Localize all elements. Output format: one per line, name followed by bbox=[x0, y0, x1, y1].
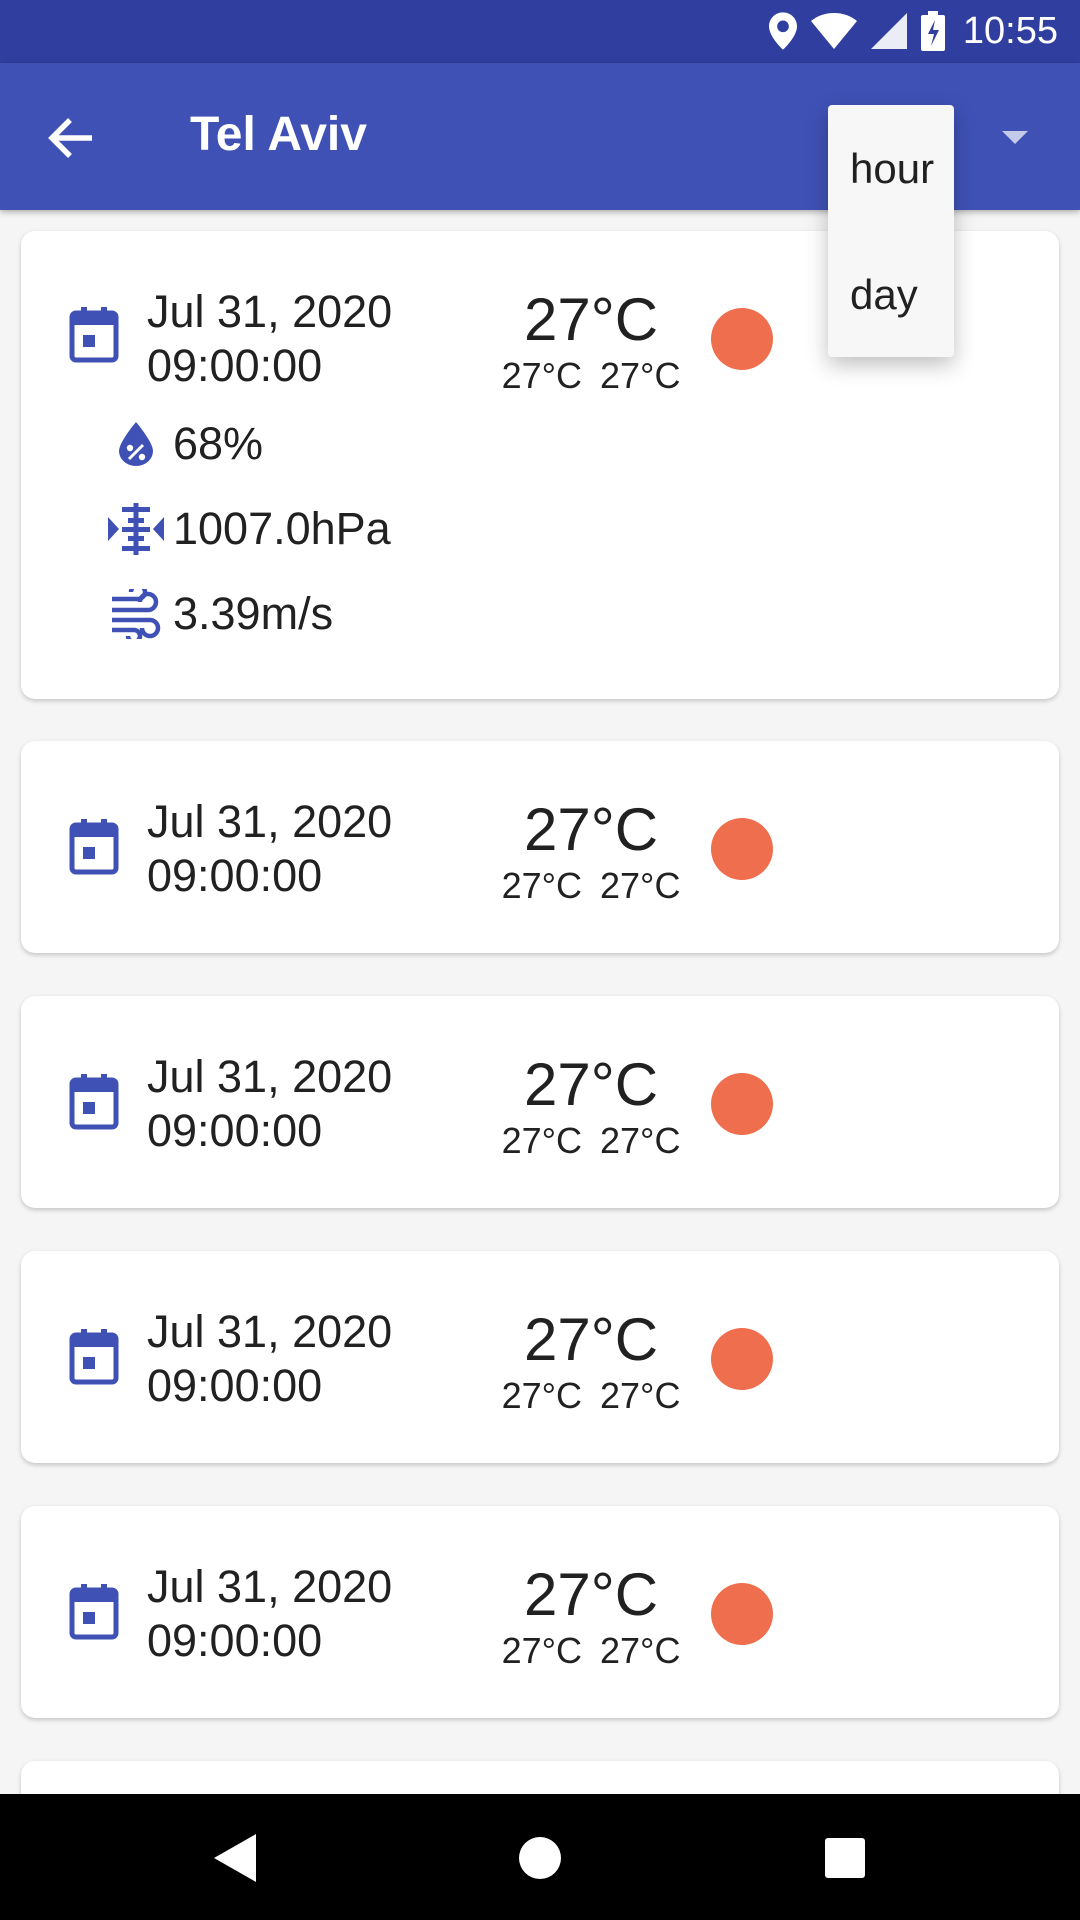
weather-icon bbox=[711, 1583, 773, 1645]
pressure-icon bbox=[99, 501, 173, 557]
wifi-icon bbox=[810, 13, 857, 49]
location-icon bbox=[768, 12, 797, 50]
menu-item-hour[interactable]: hour bbox=[850, 145, 934, 193]
status-icons: 10:55 bbox=[768, 8, 1058, 54]
forecast-card[interactable]: Jul 31, 2020 09:00:00 27°C 27°C 27°C bbox=[21, 741, 1059, 953]
menu-item-day[interactable]: day bbox=[850, 271, 918, 319]
forecast-temp: 27°C bbox=[523, 796, 659, 863]
forecast-temp: 27°C bbox=[523, 1306, 659, 1373]
forecast-card[interactable]: Jul 31, 2020 09:00:00 27°C 27°C 27°C bbox=[21, 996, 1059, 1208]
period-menu: hour day bbox=[828, 105, 954, 357]
pressure-value: 1007.0hPa bbox=[173, 503, 391, 554]
pressure-row: 1007.0hPa bbox=[99, 501, 391, 557]
calendar-icon bbox=[69, 1329, 119, 1385]
weather-icon bbox=[711, 1073, 773, 1135]
status-bar: 10:55 bbox=[0, 0, 1080, 63]
home-circle-icon bbox=[519, 1837, 561, 1879]
wind-row: 3.39m/s bbox=[99, 586, 333, 642]
forecast-temp: 27°C bbox=[523, 1561, 659, 1628]
back-triangle-icon bbox=[214, 1834, 256, 1882]
dropdown-arrow-icon bbox=[1002, 131, 1028, 144]
forecast-temp-range: 27°C 27°C bbox=[501, 865, 681, 906]
navigation-bar bbox=[0, 1794, 1080, 1920]
humidity-row: 68% bbox=[99, 416, 263, 472]
back-button[interactable] bbox=[36, 103, 106, 173]
forecast-date: Jul 31, 2020 09:00:00 bbox=[147, 286, 393, 391]
forecast-date: Jul 31, 2020 09:00:00 bbox=[147, 1051, 393, 1156]
humidity-value: 68% bbox=[173, 418, 264, 469]
weather-icon bbox=[711, 818, 773, 880]
calendar-icon bbox=[69, 1074, 119, 1130]
arrow-back-icon bbox=[48, 118, 92, 158]
battery-charging-icon bbox=[920, 11, 945, 51]
forecast-temp: 27°C bbox=[523, 286, 659, 353]
forecast-temp-range: 27°C 27°C bbox=[501, 1120, 681, 1161]
nav-recents-button[interactable] bbox=[817, 1830, 873, 1886]
nav-home-button[interactable] bbox=[512, 1830, 568, 1886]
forecast-temp: 27°C bbox=[523, 1051, 659, 1118]
wind-value: 3.39m/s bbox=[173, 588, 334, 639]
forecast-date: Jul 31, 2020 09:00:00 bbox=[147, 1561, 393, 1666]
forecast-card[interactable]: Jul 31, 2020 09:00:00 27°C 27°C 27°C bbox=[21, 1506, 1059, 1718]
forecast-card[interactable]: Jul 31, 2020 09:00:00 27°C 27°C 27°C bbox=[21, 1251, 1059, 1463]
forecast-date: Jul 31, 2020 09:00:00 bbox=[147, 796, 393, 901]
calendar-icon bbox=[69, 1584, 119, 1640]
forecast-temp-range: 27°C 27°C bbox=[501, 1630, 681, 1671]
humidity-icon bbox=[99, 416, 173, 472]
wind-icon bbox=[99, 586, 173, 642]
calendar-icon bbox=[69, 819, 119, 875]
nav-back-button[interactable] bbox=[207, 1830, 263, 1886]
forecast-date: Jul 31, 2020 09:00:00 bbox=[147, 1306, 393, 1411]
status-time: 10:55 bbox=[962, 9, 1058, 52]
weather-icon bbox=[711, 308, 773, 370]
period-dropdown[interactable] bbox=[990, 123, 1040, 153]
page-title: Tel Aviv bbox=[190, 108, 367, 161]
forecast-temp-range: 27°C 27°C bbox=[501, 355, 681, 396]
forecast-temp-range: 27°C 27°C bbox=[501, 1375, 681, 1416]
calendar-icon bbox=[69, 307, 119, 363]
weather-icon bbox=[711, 1328, 773, 1390]
signal-icon bbox=[870, 13, 907, 49]
recents-square-icon bbox=[825, 1838, 865, 1878]
